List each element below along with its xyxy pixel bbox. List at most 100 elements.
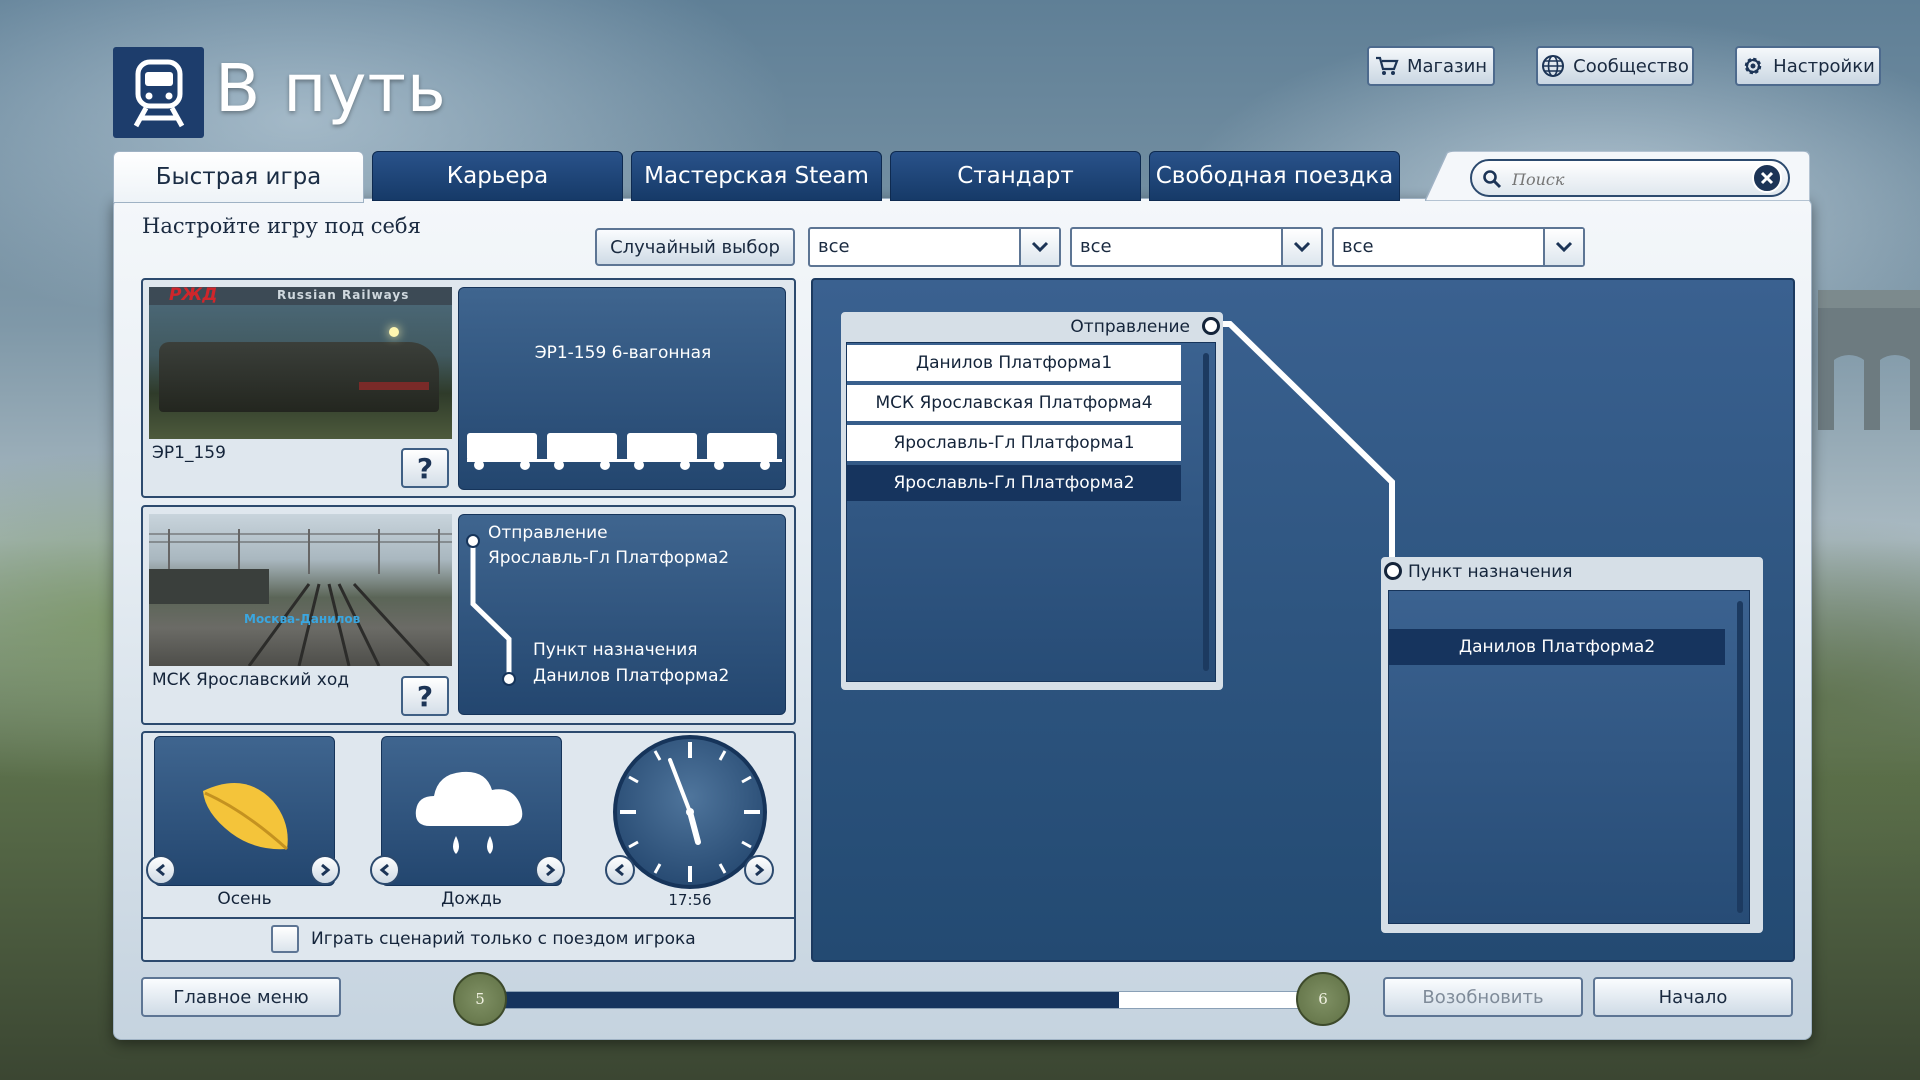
- settings-button[interactable]: Настройки: [1735, 46, 1881, 86]
- filter-select-3-value: все: [1342, 236, 1374, 257]
- chevron-right-icon: [546, 863, 556, 877]
- tab-steam-workshop[interactable]: Мастерская Steam: [631, 151, 882, 201]
- train-body: [159, 342, 439, 412]
- store-label: Магазин: [1406, 55, 1488, 77]
- weather-label: Дождь: [441, 889, 502, 909]
- community-label: Сообщество: [1573, 55, 1689, 77]
- time-prev-button[interactable]: [605, 855, 635, 885]
- filter-select-3[interactable]: все: [1332, 227, 1585, 267]
- route-destination-value: Данилов Платформа2: [533, 666, 730, 686]
- train-icon: [133, 59, 184, 127]
- filter-select-2-value: все: [1080, 236, 1112, 257]
- rain-cloud-icon: [415, 771, 522, 854]
- departure-list-title: Отправление: [1070, 317, 1190, 337]
- season-label: Осень: [217, 889, 272, 909]
- community-button[interactable]: Сообщество: [1536, 46, 1694, 86]
- route-destination-label: Пункт назначения: [533, 640, 698, 660]
- weather-panel: [381, 736, 562, 886]
- consist-name: ЭР1-159 6-вагонная: [534, 343, 712, 363]
- train-stripe: [359, 382, 429, 390]
- route-thumbnail[interactable]: Москва-Данилов: [149, 514, 452, 666]
- destination-list-title: Пункт назначения: [1408, 562, 1573, 582]
- train-thumbnail[interactable]: РЖД Russian Railways: [149, 287, 452, 439]
- viaduct-background: [1818, 290, 1920, 430]
- departure-list-box: Отправление Данилов Платформа1 МСК Яросл…: [841, 312, 1223, 690]
- consist-panel: ЭР1-159 6-вагонная: [458, 287, 786, 490]
- train-name: ЭР1_159: [152, 443, 226, 463]
- resume-button[interactable]: Возобновить: [1383, 977, 1583, 1017]
- departure-node-icon: [1202, 317, 1220, 335]
- route-name: МСК Ярославский ход: [152, 670, 349, 690]
- search-box: [1470, 159, 1790, 197]
- progress-start-badge: 5: [453, 972, 507, 1026]
- destination-list-box: Пункт назначения Данилов Платформа2: [1381, 557, 1763, 933]
- route-departure-value: Ярославль-Гл Платформа2: [488, 548, 730, 568]
- filter-select-1-value: все: [818, 236, 850, 257]
- rails-illustration: [149, 529, 452, 666]
- consist-cars-icon: [467, 433, 782, 470]
- store-button[interactable]: Магазин: [1367, 46, 1495, 86]
- chevron-left-icon: [614, 863, 624, 877]
- progress-track: [480, 991, 1300, 1009]
- list-item-selected[interactable]: Ярославль-Гл Платформа2: [847, 465, 1181, 501]
- start-button[interactable]: Начало: [1593, 977, 1793, 1017]
- departure-scrollbar[interactable]: [1203, 353, 1209, 671]
- rzd-logo: РЖД: [169, 287, 218, 305]
- progress-fill: [481, 992, 1120, 1008]
- destination-node-icon: [1384, 562, 1402, 580]
- weather-next-button[interactable]: [535, 855, 565, 885]
- tab-standard[interactable]: Стандарт: [890, 151, 1141, 201]
- chevron-down-icon: [1543, 229, 1583, 265]
- tab-free-roam[interactable]: Свободная поездка: [1149, 151, 1400, 201]
- season-prev-button[interactable]: [146, 855, 176, 885]
- route-info-button[interactable]: ?: [401, 676, 449, 716]
- chevron-left-icon: [379, 863, 389, 877]
- globe-icon: [1542, 55, 1565, 77]
- banner-text: Russian Railways: [277, 288, 410, 302]
- random-select-button[interactable]: Случайный выбор: [595, 228, 795, 266]
- filter-select-1[interactable]: все: [808, 227, 1061, 267]
- train-info-button[interactable]: ?: [401, 448, 449, 488]
- clear-search-button[interactable]: [1752, 163, 1782, 193]
- progress-end-badge: 6: [1296, 972, 1350, 1026]
- chevron-left-icon: [155, 863, 165, 877]
- chevron-right-icon: [321, 863, 331, 877]
- gear-icon: [1744, 57, 1762, 75]
- panel-subtitle: Настройте игру под себя: [142, 214, 421, 238]
- connection-line: [1212, 321, 1395, 568]
- train-logo: [113, 47, 204, 138]
- divider: [143, 917, 794, 919]
- list-item[interactable]: МСК Ярославская Платформа4: [847, 385, 1181, 421]
- destination-list: Данилов Платформа2: [1388, 590, 1750, 924]
- chevron-right-icon: [755, 863, 765, 877]
- search-icon: [1483, 170, 1502, 189]
- close-icon: [1760, 171, 1774, 185]
- time-label: 17:56: [668, 891, 712, 909]
- tab-career[interactable]: Карьера: [372, 151, 623, 201]
- settings-label: Настройки: [1773, 55, 1875, 77]
- player-only-label: Играть сценарий только с поездом игрока: [311, 929, 696, 949]
- main-menu-button[interactable]: Главное меню: [141, 977, 341, 1017]
- destination-scrollbar[interactable]: [1737, 601, 1743, 913]
- route-map-label: Москва-Данилов: [244, 612, 361, 626]
- leaf-icon: [202, 783, 288, 851]
- departure-list: Данилов Платформа1 МСК Ярославская Платф…: [846, 342, 1216, 682]
- route-departure-label: Отправление: [488, 523, 608, 543]
- list-item[interactable]: Ярославль-Гл Платформа1: [847, 425, 1181, 461]
- search-input[interactable]: [1510, 166, 1734, 192]
- tab-quick-game[interactable]: Быстрая игра: [113, 151, 364, 203]
- weather-prev-button[interactable]: [370, 855, 400, 885]
- headlight: [389, 327, 399, 337]
- season-panel: [154, 736, 335, 886]
- time-next-button[interactable]: [744, 855, 774, 885]
- list-item-selected[interactable]: Данилов Платформа2: [1389, 629, 1725, 665]
- chevron-down-icon: [1281, 229, 1321, 265]
- list-item[interactable]: Данилов Платформа1: [847, 345, 1181, 381]
- route-summary-panel: Отправление Ярославль-Гл Платформа2 Пунк…: [458, 514, 786, 715]
- page-title: В путь: [215, 50, 447, 127]
- cart-icon: [1375, 56, 1399, 75]
- chevron-down-icon: [1019, 229, 1059, 265]
- player-only-checkbox[interactable]: [271, 925, 299, 953]
- season-next-button[interactable]: [310, 855, 340, 885]
- filter-select-2[interactable]: все: [1070, 227, 1323, 267]
